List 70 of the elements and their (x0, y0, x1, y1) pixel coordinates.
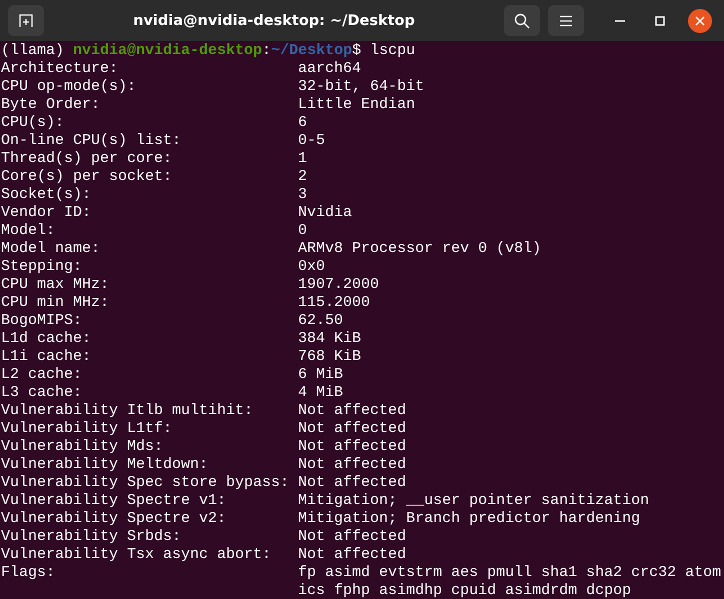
search-icon (514, 12, 530, 28)
field-label: Vulnerability Spec store bypass: (1, 474, 290, 492)
new-tab-icon (18, 12, 34, 28)
field-value: Mitigation; __user pointer sanitization (298, 492, 650, 510)
field-label: CPU(s): (1, 114, 66, 132)
field-label: Stepping: (1, 258, 84, 276)
field-label: Vulnerability L1tf: (1, 420, 174, 438)
field-label: Vulnerability Spectre v1: (1, 492, 228, 510)
field-value: 115.2000 (298, 294, 372, 312)
field-value: 768 KiB (298, 348, 362, 366)
field-label: Flags: (1, 564, 56, 583)
field-value: 1907.2000 (298, 276, 380, 294)
field-label: On-line CPU(s) list: (1, 132, 182, 150)
menu-icon (559, 14, 573, 26)
field-value: 0x0 (298, 258, 326, 276)
prompt-line: (llama) nvidia@nvidia-desktop:~/Desktop$ lscpu (1, 42, 416, 60)
maximize-icon (655, 16, 665, 26)
field-label: Architecture: (1, 60, 120, 78)
menu-button[interactable] (548, 5, 584, 36)
field-value: Not affected (298, 546, 408, 564)
field-value: 1 (298, 150, 308, 168)
field-label: Byte Order: (1, 96, 102, 114)
field-label: Vendor ID: (1, 204, 92, 222)
field-value: fp asimd evtstrm aes pmull sha1 sha2 crc32 atomics fphp asimdhp cpuid asimdrdm dcpop (298, 564, 722, 599)
field-label: L3 cache: (1, 384, 84, 402)
field-label: CPU op-mode(s): (1, 78, 138, 96)
field-label: Thread(s) per core: (1, 150, 174, 168)
field-value: 3 (298, 186, 308, 204)
field-label: L1d cache: (1, 330, 92, 348)
field-value: 6 MiB (298, 366, 344, 384)
field-value: 6 (298, 114, 308, 132)
field-value: 2 (298, 168, 308, 186)
field-value: 62.50 (298, 312, 344, 330)
field-label: L2 cache: (1, 366, 84, 384)
field-value: Not affected (298, 474, 408, 492)
field-label: L1i cache: (1, 348, 92, 366)
field-label: Vulnerability Spectre v2: (1, 510, 228, 528)
field-label: CPU min MHz: (1, 294, 110, 312)
new-tab-button[interactable] (8, 5, 44, 36)
close-icon (695, 16, 705, 26)
field-value: ARMv8 Processor rev 0 (v8l) (298, 240, 542, 258)
field-value: Not affected (298, 420, 408, 438)
field-value: Not affected (298, 528, 408, 546)
field-value: aarch64 (298, 60, 362, 78)
field-label: BogoMIPS: (1, 312, 84, 330)
field-label: CPU max MHz: (1, 276, 110, 294)
field-label: Vulnerability Itlb multihit: (1, 402, 254, 420)
field-label: Model: (1, 222, 56, 240)
field-label: Vulnerability Tsx async abort: (1, 546, 272, 564)
window-title: nvidia@nvidia-desktop: ~/Desktop (133, 13, 415, 30)
field-label: Model name: (1, 240, 102, 258)
field-label: Vulnerability Mds: (1, 438, 164, 456)
field-value: 4 MiB (298, 384, 344, 402)
field-label: Core(s) per socket: (1, 168, 174, 186)
field-value: Mitigation; Branch predictor hardening (298, 510, 642, 528)
field-value: Little Endian (298, 96, 416, 114)
close-button[interactable] (688, 8, 712, 32)
field-value: Not affected (298, 456, 408, 474)
search-button[interactable] (504, 5, 540, 36)
field-value: 0-5 (298, 132, 326, 150)
minimize-icon (615, 20, 625, 22)
field-value: Not affected (298, 402, 408, 420)
field-label: Socket(s): (1, 186, 92, 204)
field-label: Vulnerability Srbds: (1, 528, 182, 546)
field-value: 384 KiB (298, 330, 362, 348)
field-label: Vulnerability Meltdown: (1, 456, 210, 474)
field-value: Nvidia (298, 204, 354, 222)
field-value: 32-bit, 64-bit (298, 78, 426, 96)
field-value: Not affected (298, 438, 408, 456)
field-value: 0 (298, 222, 308, 240)
